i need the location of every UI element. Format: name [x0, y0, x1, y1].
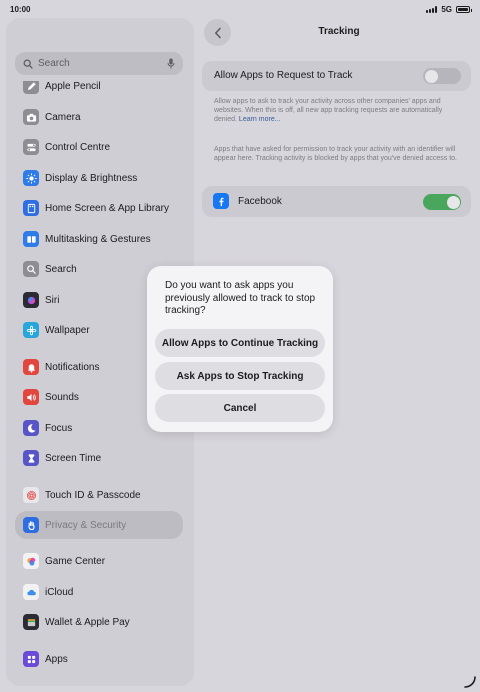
- sidebar-item-home-screen[interactable]: Home Screen & App Library: [15, 194, 183, 222]
- sidebar-item-label: Home Screen & App Library: [45, 202, 169, 214]
- fingerprint-icon: [23, 487, 39, 503]
- allow-continue-tracking-button[interactable]: Allow Apps to Continue Tracking: [155, 329, 325, 357]
- ask-stop-tracking-button[interactable]: Ask Apps to Stop Tracking: [155, 362, 325, 390]
- sidebar-item-label: iCloud: [45, 586, 74, 598]
- sidebar-item-apps[interactable]: Apps: [15, 645, 183, 673]
- sidebar-item-touch-id[interactable]: Touch ID & Passcode: [15, 481, 183, 509]
- sidebar-item-screen-time[interactable]: Screen Time: [15, 444, 183, 472]
- sidebar-item-label: Display & Brightness: [45, 172, 138, 184]
- tracking-apps-footnote: Apps that have asked for permission to t…: [214, 146, 457, 162]
- sidebar-item-control-centre[interactable]: Control Centre: [15, 133, 183, 161]
- sidebar-item-label: Focus: [45, 422, 73, 434]
- facebook-row: Facebook: [202, 186, 471, 217]
- speaker-icon: [23, 389, 39, 405]
- sidebar-item-label: Siri: [45, 294, 60, 306]
- alert-message: Do you want to ask apps you previously a…: [165, 280, 316, 316]
- sidebar-item-label: Multitasking & Gestures: [45, 233, 151, 245]
- network-label: 5G: [441, 5, 452, 14]
- facebook-tracking-toggle[interactable]: [423, 194, 461, 210]
- facebook-label: Facebook: [238, 196, 282, 207]
- sidebar-item-label: Sounds: [45, 391, 79, 403]
- home-screen-icon: [23, 200, 39, 216]
- game-center-icon: [23, 553, 39, 569]
- cancel-button[interactable]: Cancel: [155, 394, 325, 422]
- status-bar: 10:00 5G: [0, 0, 480, 20]
- hand-icon: [23, 517, 39, 533]
- multitasking-icon: [23, 231, 39, 247]
- sidebar-item-label: Game Center: [45, 555, 106, 567]
- sidebar-item-label: Apps: [45, 653, 68, 665]
- camera-icon: [23, 109, 39, 125]
- chevron-left-icon: [214, 27, 221, 38]
- sidebar-item-label: Screen Time: [45, 452, 102, 464]
- status-indicators: 5G: [426, 5, 472, 14]
- sidebar-item-label: Apple Pencil: [45, 80, 101, 92]
- stop-tracking-alert: Do you want to ask apps you previously a…: [147, 266, 333, 432]
- microphone-icon[interactable]: [167, 58, 175, 69]
- sidebar-item-icloud[interactable]: iCloud: [15, 578, 183, 606]
- sidebar-item-label: Control Centre: [45, 141, 111, 153]
- sidebar-search-field[interactable]: Search: [15, 52, 183, 75]
- signal-icon: [426, 6, 438, 13]
- bell-icon: [23, 359, 39, 375]
- learn-more-link[interactable]: Learn more...: [239, 116, 281, 123]
- facebook-icon: [213, 193, 229, 209]
- tracking-header: Tracking: [204, 18, 474, 46]
- sidebar-item-wallet[interactable]: Wallet & Apple Pay: [15, 608, 183, 636]
- allow-request-footnote: Allow apps to ask to track your activity…: [214, 97, 460, 124]
- resize-handle-icon[interactable]: [464, 676, 476, 688]
- sidebar-item-label: Search: [45, 263, 77, 275]
- page-title: Tracking: [318, 26, 360, 37]
- search-icon: [23, 59, 33, 69]
- battery-icon: [456, 6, 472, 13]
- sidebar-item-label: Wallet & Apple Pay: [45, 616, 130, 628]
- wallet-icon: [23, 614, 39, 630]
- allow-request-row: Allow Apps to Request to Track: [202, 61, 471, 91]
- siri-icon: [23, 292, 39, 308]
- search-icon: [23, 261, 39, 277]
- back-button[interactable]: [204, 19, 231, 46]
- sidebar-item-privacy-security[interactable]: Privacy & Security: [15, 511, 183, 539]
- sidebar-item-camera[interactable]: Camera: [15, 103, 183, 131]
- sidebar-item-label: Touch ID & Passcode: [45, 489, 141, 501]
- sidebar-item-game-center[interactable]: Game Center: [15, 547, 183, 575]
- status-time: 10:00: [10, 5, 31, 14]
- control-centre-icon: [23, 139, 39, 155]
- brightness-icon: [23, 170, 39, 186]
- sidebar-item-label: Notifications: [45, 361, 100, 373]
- sidebar-item-multitasking[interactable]: Multitasking & Gestures: [15, 225, 183, 253]
- wallpaper-icon: [23, 322, 39, 338]
- allow-request-label: Allow Apps to Request to Track: [214, 70, 353, 81]
- apps-grid-icon: [23, 651, 39, 667]
- hourglass-icon: [23, 450, 39, 466]
- sidebar-item-label: Camera: [45, 111, 81, 123]
- sidebar-item-label: Privacy & Security: [45, 519, 127, 531]
- moon-icon: [23, 420, 39, 436]
- cloud-icon: [23, 584, 39, 600]
- allow-request-toggle[interactable]: [423, 68, 461, 84]
- search-placeholder: Search: [38, 58, 70, 69]
- sidebar-item-label: Wallpaper: [45, 324, 90, 336]
- sidebar-item-display-brightness[interactable]: Display & Brightness: [15, 164, 183, 192]
- sidebar-item-apple-pencil[interactable]: Apple Pencil: [15, 80, 183, 100]
- pencil-icon: [23, 81, 39, 94]
